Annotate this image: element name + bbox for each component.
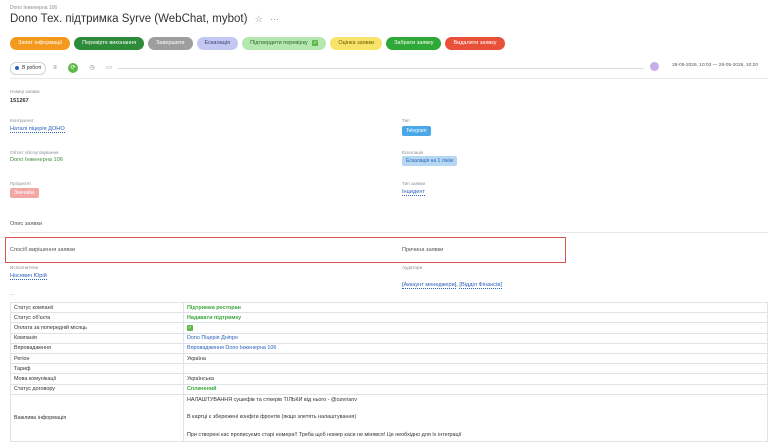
prop-key: Регіон — [10, 352, 184, 365]
important-line: При створені кас прописуємо старі номера… — [187, 431, 462, 438]
solution-label[interactable]: Спосіб вирішення заявки — [10, 247, 75, 253]
table-row: Статус об'єкта Надавати підтримку — [10, 312, 768, 324]
status-dot-icon — [15, 65, 19, 70]
number-value: 151267 — [10, 98, 29, 104]
play-icon[interactable]: ⟳ — [68, 63, 78, 73]
take-request-button[interactable]: Забрати заявку — [386, 37, 442, 50]
action-buttons: Запит інформації Перевірте виконання Зав… — [10, 37, 505, 50]
prop-value: Сплачений — [183, 383, 768, 395]
escalation-label: Ескалація — [402, 150, 424, 155]
rate-request-button[interactable]: Оцінка заявки — [330, 37, 383, 50]
table-row: Регіон Україна — [10, 352, 768, 365]
prop-key: Мова комунікації — [10, 373, 184, 385]
prop-value: ✓ — [183, 322, 768, 334]
description-divider — [10, 232, 768, 233]
status-label: В роботі — [22, 65, 42, 71]
comment-icon[interactable]: ▭ — [104, 63, 114, 73]
contractor-link[interactable]: Наталі піцерія ДОНО — [10, 126, 65, 133]
auditor-link[interactable]: [Відділ Фінансів] — [459, 282, 502, 289]
prop-value[interactable]: Dono Піцерія Дніпро — [183, 332, 768, 344]
prop-value[interactable]: Впровадження Dono Інженерна 106 — [183, 342, 768, 354]
complete-button[interactable]: Завершити — [148, 37, 193, 50]
important-line: В картці є збережені конфіги фронтів (як… — [187, 414, 357, 421]
type-badge: Telegram — [402, 126, 431, 136]
table-row: Оплата за попередній місяць ✓ — [10, 322, 768, 334]
request-type-label: Тип заявки — [402, 181, 426, 186]
escalation-badge: Ескалація на 1 лінію — [402, 156, 458, 166]
section-divider — [10, 78, 768, 79]
request-type-link[interactable]: Інцидент — [402, 189, 425, 196]
status-bar: В роботі ≡ ⟳ ◷ ▭ 28-05-2026, 10:03 — 28-… — [10, 62, 758, 75]
executor-label: Исполнители — [10, 265, 39, 270]
contractor-label: Контрагент — [10, 118, 34, 123]
table-row: Статус договору Сплачений — [10, 383, 768, 395]
auditors-list: [Аккаунт менеджери], [Відділ Фінансів] — [402, 282, 502, 289]
important-value: НАЛАШТУВАННЯ сушефів та стікерів ТІЛЬКИ … — [183, 393, 768, 442]
clock-icon[interactable]: ◷ — [87, 63, 97, 73]
status-dropdown[interactable]: В роботі — [10, 62, 47, 75]
important-key: Важлива інформація — [10, 393, 184, 442]
breadcrumb[interactable]: Dono Інженерна 106 — [10, 5, 57, 11]
progress-divider — [118, 68, 644, 69]
highlight-box — [5, 237, 566, 263]
table-row: Мова комунікації Українська — [10, 373, 768, 385]
prop-value: Українська — [183, 373, 768, 385]
escalation-button[interactable]: Ескалація — [196, 37, 239, 50]
prop-key: Статус компанії — [10, 301, 184, 314]
confirm-check-label: Підтвердити перевірку — [250, 40, 308, 46]
object-link[interactable]: Dono Інженерна 106 — [10, 157, 63, 163]
checkbox-icon[interactable]: ✓ — [187, 324, 193, 331]
ellipsis: ... — [10, 291, 15, 297]
number-label: Номер заявки — [10, 89, 40, 94]
prop-key: Компанія — [10, 332, 184, 344]
properties-table: Статус компанії Підтримка ресторан Стату… — [10, 301, 768, 442]
prop-key: Тариф — [10, 363, 184, 375]
prop-key: Впровадження — [10, 342, 184, 354]
more-icon[interactable]: ··· — [270, 14, 279, 24]
prop-key: Статус об'єкта — [10, 312, 184, 324]
priority-badge: Звичайні — [10, 188, 39, 198]
checkbox-icon: ✓ — [312, 40, 319, 46]
priority-label: Пріоритет — [10, 181, 32, 186]
auditors-label: Аудитори — [402, 265, 423, 270]
important-line: НАЛАШТУВАННЯ сушефів та стікерів ТІЛЬКИ … — [187, 396, 357, 403]
auditor-link[interactable]: [Аккаунт менеджери] — [402, 282, 457, 289]
avatar[interactable] — [650, 62, 659, 71]
delete-request-button[interactable]: Видалити заявку — [445, 37, 505, 50]
date-range: 28-05-2026, 10:03 — 28-05-2026, 10:20 — [672, 63, 758, 68]
table-row: Впровадження Впровадження Dono Інженерна… — [10, 342, 768, 354]
prop-key: Оплата за попередній місяць — [10, 322, 184, 334]
confirm-check-button[interactable]: Підтвердити перевірку ✓ — [242, 37, 327, 50]
prop-value: Україна — [183, 352, 768, 365]
prop-key: Статус договору — [10, 383, 184, 395]
table-row: Статус компанії Підтримка ресторан — [10, 301, 768, 314]
page-title-text: Dono Тех. підтримка Syrve (WebChat, mybo… — [10, 13, 248, 25]
prop-value: Надавати підтримку — [183, 312, 768, 324]
executor-link[interactable]: Носевич Юрій — [10, 273, 47, 280]
page-title: Dono Тех. підтримка Syrve (WebChat, mybo… — [10, 13, 279, 25]
table-row: Компанія Dono Піцерія Дніпро — [10, 332, 768, 344]
type-label: Тип — [402, 118, 410, 123]
prop-value: Підтримка ресторан — [183, 301, 768, 314]
prop-value — [183, 363, 768, 375]
star-icon[interactable]: ☆ — [255, 14, 263, 24]
description-label: Опис заявки — [10, 221, 43, 227]
object-label: Об'єкт обслуговування — [10, 150, 59, 155]
table-row: Важлива інформація НАЛАШТУВАННЯ сушефів … — [10, 393, 768, 442]
table-row: Тариф — [10, 363, 768, 375]
cause-label[interactable]: Причина заявки — [402, 247, 443, 253]
request-info-button[interactable]: Запит інформації — [10, 37, 71, 50]
list-icon[interactable]: ≡ — [50, 63, 60, 73]
check-execution-button[interactable]: Перевірте виконання — [74, 37, 145, 50]
